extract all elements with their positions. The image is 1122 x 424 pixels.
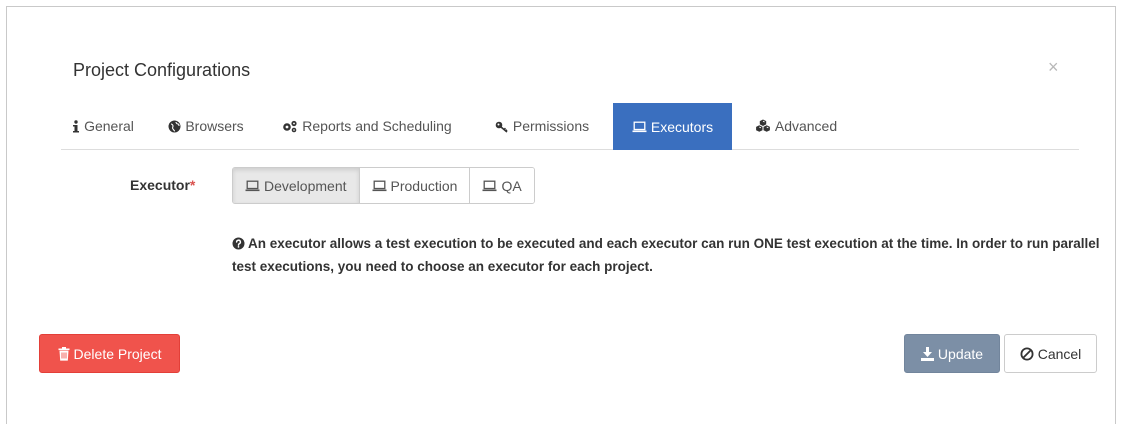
tab-label: Reports and Scheduling [302,118,452,134]
info-icon [72,119,80,133]
delete-label: Delete Project [73,345,162,362]
executor-label-text: Executor [130,177,190,193]
trash-icon [58,346,70,361]
executor-selector: Development Production QA [232,167,535,204]
laptop-icon [372,180,387,192]
executor-label: Executor* [130,177,195,193]
executor-help-text: An executor allows a test execution to b… [232,233,1102,277]
cancel-label: Cancel [1037,345,1082,362]
modal-title: Project Configurations [73,60,251,80]
ban-icon [1020,347,1034,361]
download-icon [920,346,934,361]
globe-icon [168,120,181,133]
laptop-icon [482,180,497,192]
tab-advanced[interactable]: Advanced [741,103,851,149]
help-text: An executor allows a test execution to b… [232,236,1100,274]
question-circle-icon [232,235,245,256]
option-label: QA [501,177,522,194]
executor-option-production[interactable]: Production [358,168,470,203]
laptop-icon [632,121,647,133]
tab-label: Browsers [185,118,244,134]
tab-label: Advanced [774,118,838,134]
executor-option-development[interactable]: Development [233,168,359,203]
tab-label: General [84,118,134,134]
update-label: Update [937,345,984,362]
gears-icon [282,120,298,133]
tab-label: Permissions [512,118,590,134]
key-icon [495,120,509,133]
tab-executors[interactable]: Executors [613,103,732,150]
tab-permissions[interactable]: Permissions [481,103,603,149]
cubes-icon [755,119,771,133]
delete-project-button[interactable]: Delete Project [39,334,180,373]
tab-reports-and-scheduling[interactable]: Reports and Scheduling [269,103,465,149]
tab-general[interactable]: General [63,103,143,149]
update-button[interactable]: Update [904,334,1000,373]
required-marker: * [189,177,196,193]
close-icon[interactable]: × [1048,58,1059,76]
laptop-icon [245,180,260,192]
option-label: Production [390,177,458,194]
tab-label: Executors [650,118,714,135]
tab-bar: General Browsers Reports and Scheduling … [61,103,1079,150]
cancel-button[interactable]: Cancel [1004,334,1097,373]
executor-option-qa[interactable]: QA [469,168,534,203]
option-label: Development [264,177,347,194]
tab-browsers[interactable]: Browsers [161,103,251,149]
